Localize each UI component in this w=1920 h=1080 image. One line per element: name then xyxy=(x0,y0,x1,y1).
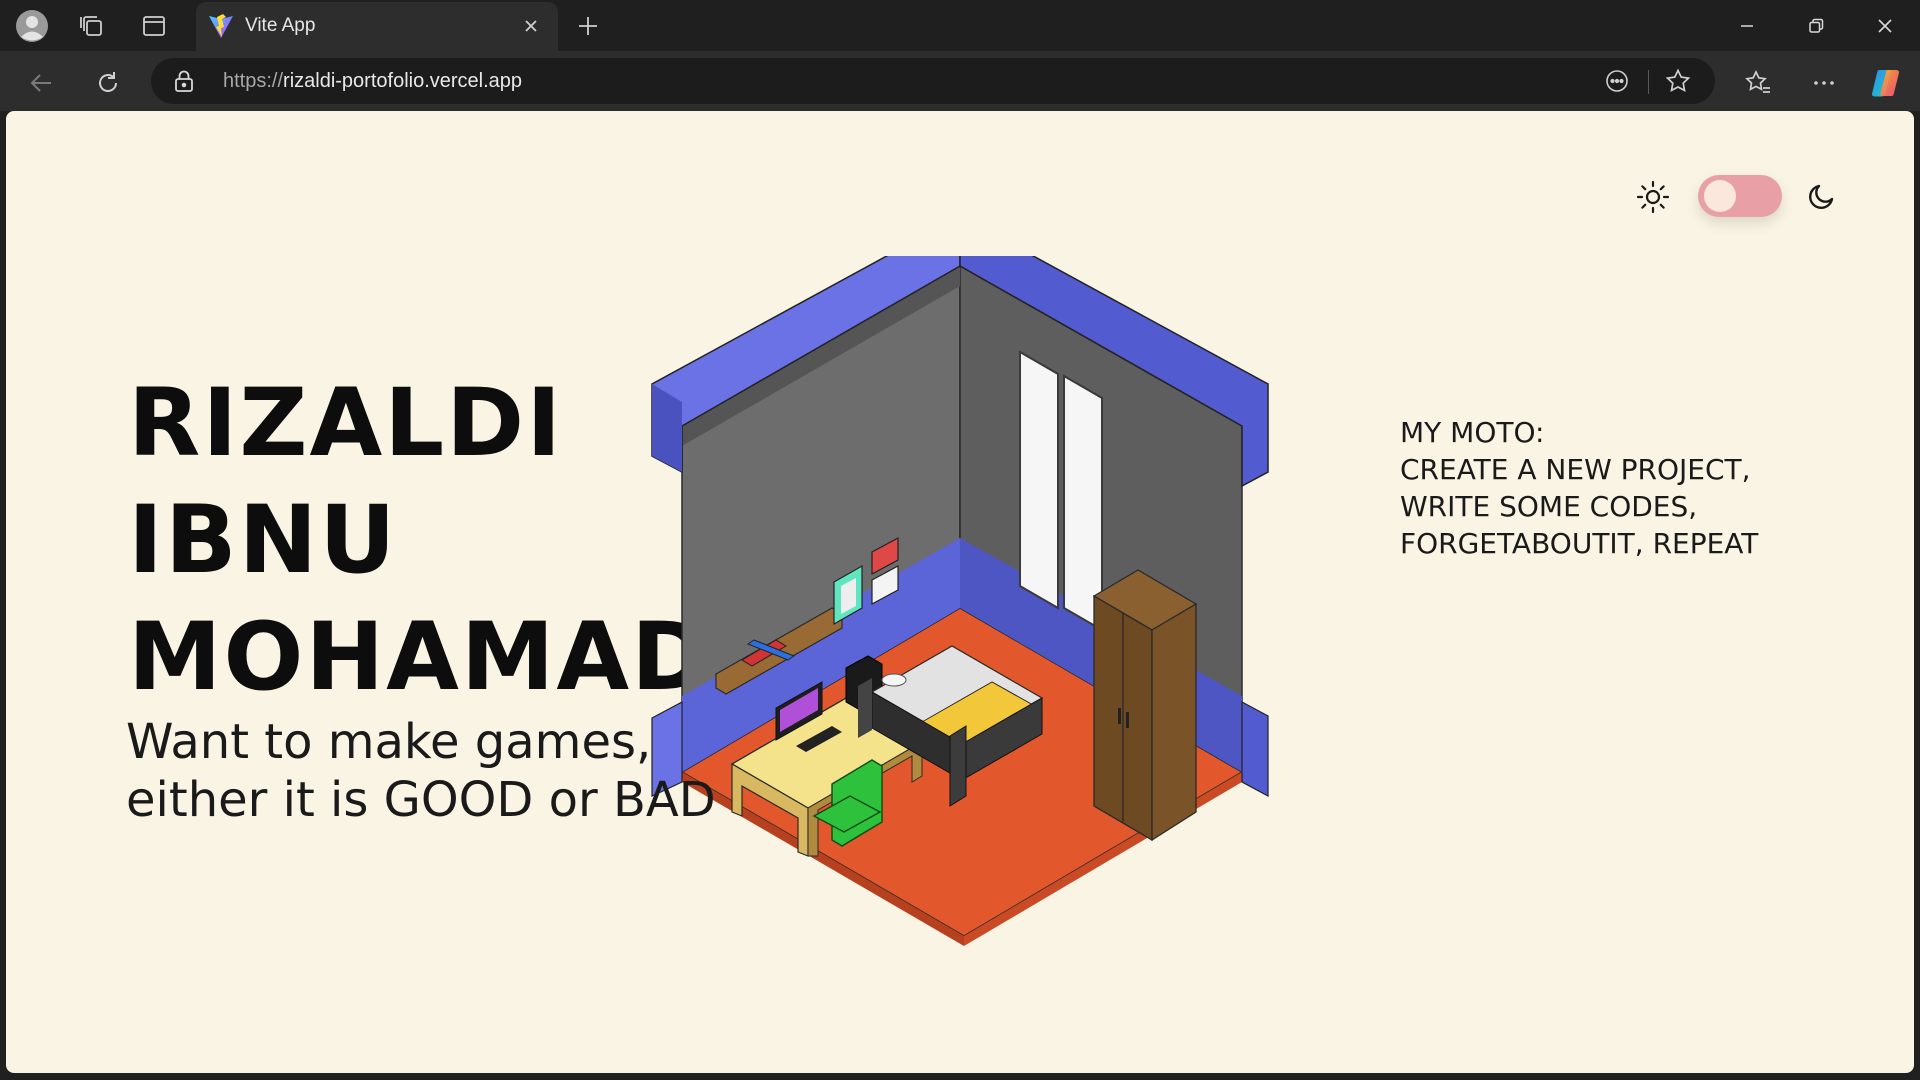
hero-name-line-3: MOHAMAD xyxy=(128,603,712,712)
address-bar-separator xyxy=(1648,70,1649,94)
tab-title: Vite App xyxy=(245,15,316,36)
moon-icon[interactable] xyxy=(1806,180,1838,216)
dark-mode-switch-knob[interactable] xyxy=(1704,180,1736,212)
motto-block: MY MOTO: CREATE A NEW PROJECT, WRITE SOM… xyxy=(1400,414,1758,562)
minimize-icon[interactable] xyxy=(1724,6,1770,46)
hero-tagline-line-2: either it is GOOD or BAD xyxy=(126,772,716,828)
favorite-star-icon[interactable] xyxy=(1662,66,1694,96)
isometric-room-illustration xyxy=(636,214,1286,980)
hero-name-line-2: IBNU xyxy=(128,486,398,595)
profile-avatar-icon[interactable] xyxy=(14,8,50,44)
tab-close-icon[interactable] xyxy=(516,11,546,41)
favorites-icon[interactable] xyxy=(1738,63,1778,103)
portfolio-page: RIZALDI IBNU MOHAMAD Want to make games,… xyxy=(6,111,1914,1073)
browser-toolbar: https://rizaldi-portofolio.vercel.app xyxy=(0,51,1920,111)
new-tab-button[interactable] xyxy=(570,8,606,44)
address-bar[interactable]: https://rizaldi-portofolio.vercel.app xyxy=(151,58,1715,104)
motto-line-3: WRITE SOME CODES, xyxy=(1400,490,1698,523)
sun-icon[interactable] xyxy=(1636,180,1670,218)
hero-tagline: Want to make games, either it is GOOD or… xyxy=(126,713,716,829)
dark-mode-switch[interactable] xyxy=(1698,175,1782,217)
active-tab[interactable]: Vite App xyxy=(196,2,558,51)
hero-tagline-line-1: Want to make games, xyxy=(126,714,652,770)
refresh-icon[interactable] xyxy=(88,63,128,103)
restore-icon[interactable] xyxy=(1793,6,1839,46)
more-options-icon[interactable] xyxy=(1804,63,1844,103)
motto-line-2: CREATE A NEW PROJECT, xyxy=(1400,453,1751,486)
reading-mode-icon[interactable] xyxy=(1601,66,1633,96)
browser-tab-bar: Vite App xyxy=(0,0,1920,51)
motto-line-4: FORGETABOUTIT, REPEAT xyxy=(1400,527,1759,560)
url-text[interactable]: https://rizaldi-portofolio.vercel.app xyxy=(223,70,522,93)
vite-logo-icon xyxy=(208,13,234,43)
hero-name: RIZALDI IBNU MOHAMAD xyxy=(128,365,711,716)
motto-line-1: MY MOTO: xyxy=(1400,416,1545,449)
back-arrow-icon[interactable] xyxy=(22,63,62,103)
lock-icon[interactable] xyxy=(173,69,195,97)
copilot-icon[interactable] xyxy=(1866,63,1906,103)
vertical-tabs-icon[interactable] xyxy=(136,8,172,44)
close-window-icon[interactable] xyxy=(1862,6,1908,46)
hero-name-line-1: RIZALDI xyxy=(128,369,564,478)
collections-icon[interactable] xyxy=(74,8,110,44)
